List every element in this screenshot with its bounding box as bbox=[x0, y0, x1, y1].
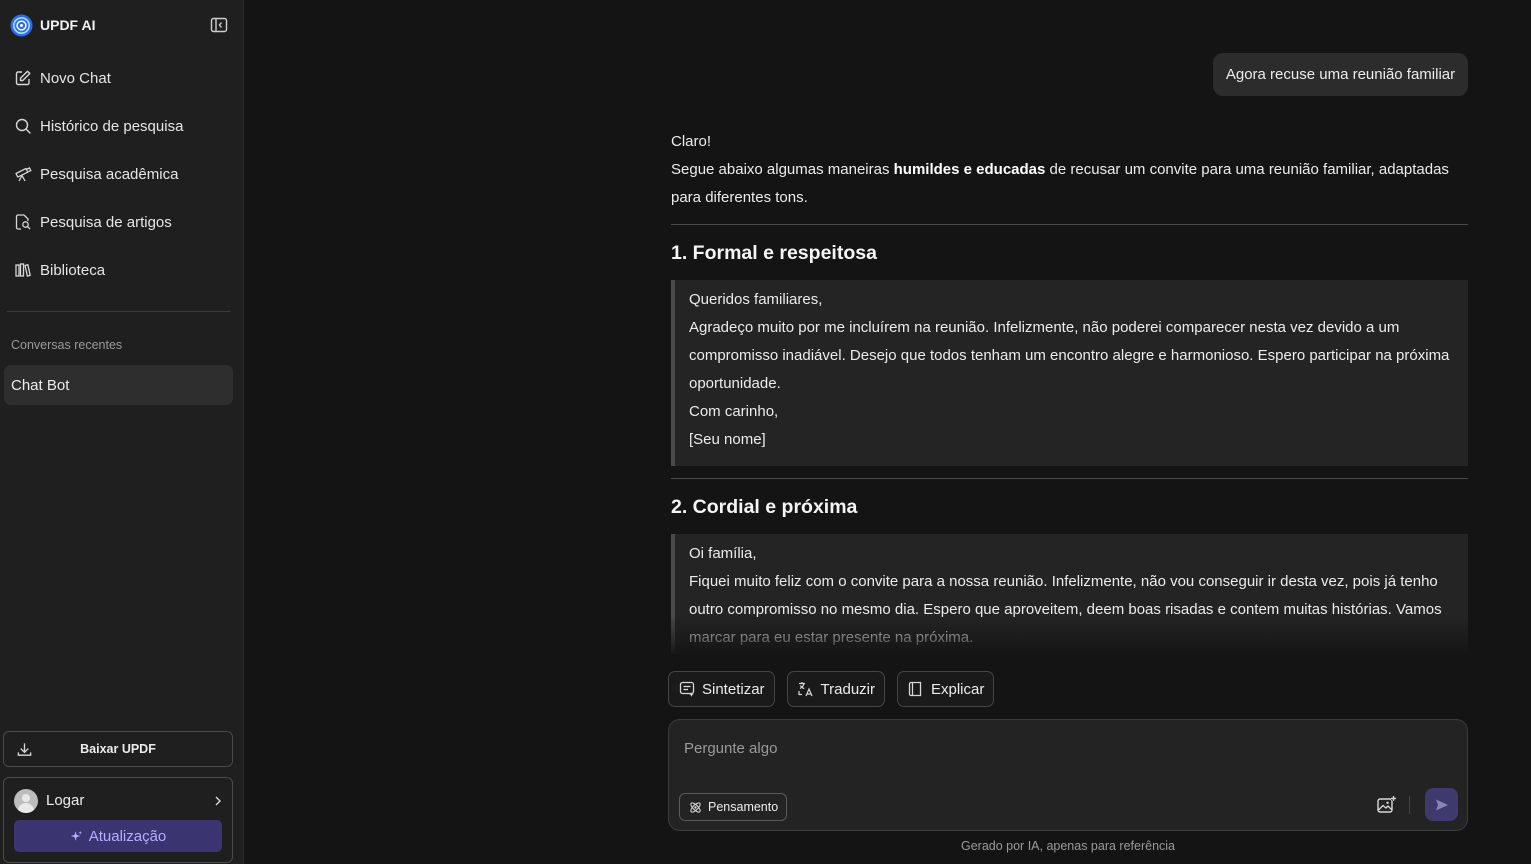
recent-conversation-label: Chat Bot bbox=[11, 376, 70, 394]
explain-label: Explicar bbox=[931, 680, 985, 698]
user-message: Agora recuse uma reunião familiar bbox=[1213, 53, 1468, 96]
send-icon bbox=[1435, 799, 1448, 810]
sidebar-item-pesquisa-academica[interactable]: Pesquisa acadêmica bbox=[0, 150, 243, 198]
answer-divider bbox=[671, 478, 1468, 479]
summarize-icon bbox=[679, 681, 695, 697]
ai-disclaimer: Gerado por IA, apenas para referência bbox=[960, 839, 1176, 853]
answer-intro: Segue abaixo algumas maneiras humildes e… bbox=[671, 161, 1449, 206]
quote-line: Agradeço muito por me incluírem na reuni… bbox=[689, 319, 1450, 392]
chevron-right-icon bbox=[215, 796, 221, 805]
section-title: 2. Cordial e próxima bbox=[671, 496, 858, 518]
user-message-text: Agora recuse uma reunião familiar bbox=[1225, 66, 1456, 83]
composer: Pensamento bbox=[668, 719, 1468, 831]
thinking-label: Pensamento bbox=[708, 800, 779, 814]
quote-line: Com carinho, bbox=[689, 403, 779, 420]
quote-block: Queridos familiares, Agradeço muito por … bbox=[671, 280, 1468, 466]
sidebar-item-label: Biblioteca bbox=[40, 261, 106, 279]
download-updf-button[interactable]: Baixar UPDF bbox=[3, 731, 233, 767]
brand[interactable]: UPDF AI bbox=[10, 12, 95, 38]
brand-name: UPDF AI bbox=[40, 17, 96, 33]
avatar bbox=[14, 788, 38, 813]
translate-label: Traduzir bbox=[820, 680, 875, 698]
quote-line: [Seu nome] bbox=[689, 431, 766, 448]
updf-logo-icon bbox=[10, 13, 33, 37]
document-search-icon bbox=[15, 214, 31, 230]
ask-input[interactable] bbox=[684, 736, 1444, 760]
sidebar-item-biblioteca[interactable]: Biblioteca bbox=[0, 246, 243, 294]
send-button[interactable] bbox=[1425, 788, 1458, 821]
answer-intro-bold: humildes e educadas bbox=[893, 161, 1046, 178]
quote-block: Oi família, Fiquei muito feliz com o con… bbox=[671, 534, 1468, 654]
translate-icon bbox=[797, 682, 813, 697]
quote-line: Fiquei muito feliz com o convite para a … bbox=[689, 573, 1442, 646]
library-icon bbox=[15, 263, 31, 277]
sidebar-nav: Novo Chat Histórico de pesquisa Pesquisa… bbox=[0, 54, 243, 294]
thinking-toggle[interactable]: Pensamento bbox=[679, 793, 788, 821]
upgrade-button[interactable]: Atualização bbox=[14, 820, 222, 852]
quote-line: Queridos familiares, bbox=[689, 291, 823, 308]
chat-area: Agora recuse uma reunião familiar Claro!… bbox=[243, 0, 1531, 864]
sidebar-item-label: Pesquisa de artigos bbox=[40, 213, 172, 231]
sidebar: UPDF AI Novo Chat Histórico de pesquisa bbox=[0, 0, 243, 864]
search-icon bbox=[15, 118, 31, 134]
sidebar-item-historico[interactable]: Histórico de pesquisa bbox=[0, 102, 243, 150]
sidebar-item-novo-chat[interactable]: Novo Chat bbox=[0, 54, 243, 102]
login-label: Logar bbox=[46, 792, 85, 809]
summarize-button[interactable]: Sintetizar bbox=[668, 671, 775, 707]
section-title: 1. Formal e respeitosa bbox=[671, 242, 877, 264]
recent-conversations-title: Conversas recentes bbox=[11, 338, 123, 352]
sidebar-toggle-icon[interactable] bbox=[209, 15, 229, 35]
sidebar-divider bbox=[7, 311, 230, 312]
answer-divider bbox=[671, 224, 1468, 225]
quote-line: Oi família, bbox=[689, 545, 757, 562]
image-upload-icon[interactable] bbox=[1375, 794, 1397, 816]
ai-answer: Claro! Segue abaixo algumas maneiras hum… bbox=[671, 128, 1468, 654]
edit-icon bbox=[15, 70, 31, 86]
account-panel: Logar Atualização bbox=[3, 777, 233, 863]
sidebar-item-label: Novo Chat bbox=[40, 69, 111, 87]
upgrade-label: Atualização bbox=[88, 827, 167, 845]
translate-button[interactable]: Traduzir bbox=[786, 671, 885, 707]
download-updf-label: Baixar UPDF bbox=[80, 742, 156, 756]
download-icon bbox=[17, 743, 32, 756]
sidebar-item-label: Histórico de pesquisa bbox=[40, 117, 184, 135]
atom-icon bbox=[690, 801, 701, 813]
login-row[interactable]: Logar bbox=[14, 788, 224, 813]
recent-conversation-item[interactable]: Chat Bot bbox=[4, 365, 233, 405]
sparkle-icon bbox=[70, 830, 82, 841]
answer-greeting: Claro! bbox=[671, 133, 712, 150]
quick-actions: Sintetizar Traduzir Explicar bbox=[668, 671, 995, 707]
explain-button[interactable]: Explicar bbox=[897, 671, 995, 707]
telescope-icon bbox=[15, 167, 32, 182]
sidebar-item-pesquisa-artigos[interactable]: Pesquisa de artigos bbox=[0, 198, 243, 246]
sidebar-item-label: Pesquisa acadêmica bbox=[40, 165, 179, 183]
summarize-label: Sintetizar bbox=[702, 680, 765, 698]
composer-separator bbox=[1409, 796, 1410, 814]
book-icon bbox=[908, 681, 922, 697]
